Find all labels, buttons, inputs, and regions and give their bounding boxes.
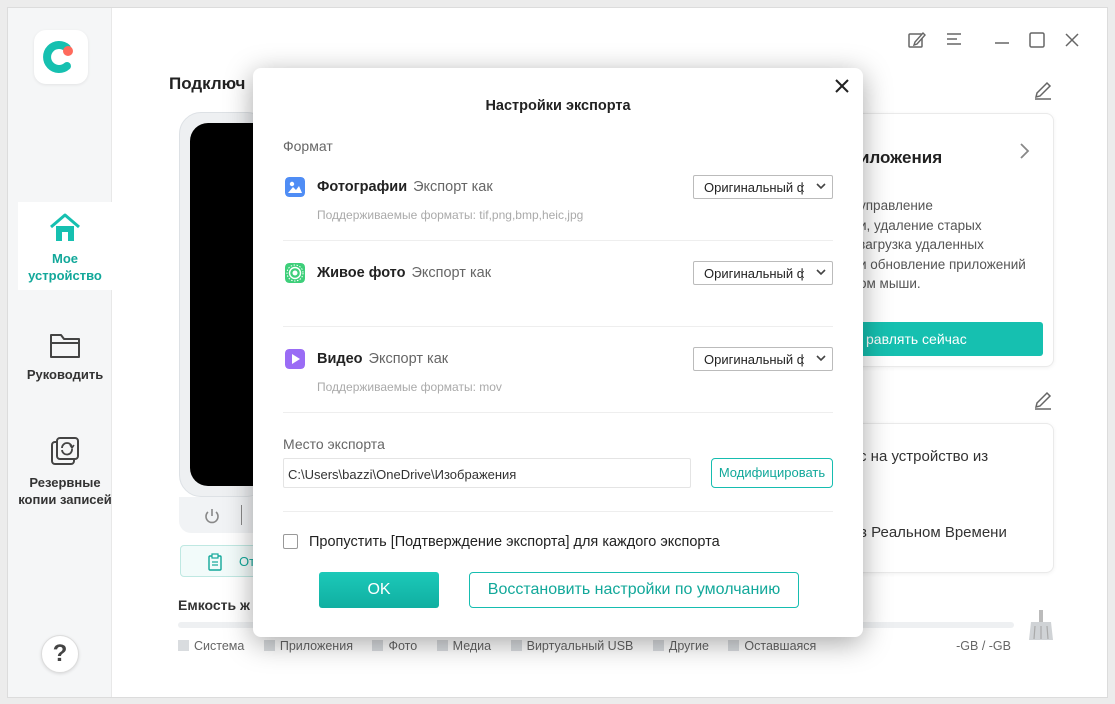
backup-icon <box>51 437 79 465</box>
photos-format-select[interactable]: Оригинальный ф <box>693 175 833 199</box>
minimize-icon[interactable] <box>992 30 1012 50</box>
power-icon[interactable] <box>203 507 221 525</box>
legend-label: Другие <box>668 639 709 653</box>
sidebar-item-label: Резервные <box>29 475 101 490</box>
home-icon <box>50 213 80 241</box>
legend-swatch <box>436 640 448 651</box>
folder-icon <box>50 334 80 358</box>
sidebar-item-label: Руководить <box>26 367 104 382</box>
close-window-icon[interactable] <box>1062 30 1082 50</box>
video-format-select[interactable]: Оригинальный ф <box>693 347 833 371</box>
manage-now-label: равлять сейчас <box>866 331 967 347</box>
live-photo-subtitle: Экспорт как <box>411 265 492 281</box>
legend-swatch <box>263 640 275 651</box>
dialog-title: Настройки экспорта <box>485 98 631 114</box>
skip-confirmation-label[interactable]: Пропустить [Подтверждение экспорта] для … <box>309 534 720 550</box>
legend-swatch <box>652 640 664 651</box>
video-icon <box>285 349 305 369</box>
video-supported-formats: Поддерживаемые форматы: mov <box>317 380 502 394</box>
live-photo-row-label: Живое фото Экспорт как <box>317 265 491 281</box>
restore-defaults-button[interactable]: Восстановить настройки по умолчанию <box>469 572 799 608</box>
legend-label: Система <box>194 639 245 653</box>
app-logo <box>34 30 88 84</box>
live-photo-icon <box>285 263 305 283</box>
edit-icon[interactable] <box>1033 390 1053 410</box>
export-path-value: C:\Users\bazzi\OneDrive\Изображения <box>288 467 517 482</box>
close-icon[interactable] <box>832 76 852 96</box>
logo-icon <box>43 41 73 73</box>
capacity-legend: Система Приложения Фото Медиа Виртуальны… <box>178 639 832 653</box>
chevron-down-icon <box>816 183 826 190</box>
legend-label: Оставшаяся <box>744 639 817 653</box>
sidebar-item-label: Мое <box>52 251 78 266</box>
photos-row-label: Фотографии Экспорт как <box>317 179 493 195</box>
legend-swatch <box>728 640 740 651</box>
sidebar-item-backup[interactable]: Резервные копии записей <box>18 436 112 508</box>
divider <box>283 326 833 327</box>
menu-icon[interactable] <box>944 30 964 50</box>
feedback-icon[interactable] <box>907 30 927 50</box>
legend-swatch <box>510 640 522 651</box>
legend-swatch <box>178 640 189 651</box>
page-title: Подключ <box>169 74 246 93</box>
divider <box>283 240 833 241</box>
export-settings-dialog: Настройки экспорта Формат Фотографии Эксп… <box>253 68 863 637</box>
sidebar-item-my-device[interactable]: Мое устройство <box>18 202 112 290</box>
legend-swatch <box>372 640 384 651</box>
chevron-down-icon <box>816 355 826 362</box>
divider <box>283 412 833 413</box>
legend-label: Медиа <box>452 639 492 653</box>
photos-title: Фотографии <box>317 179 408 195</box>
clipboard-icon <box>208 553 222 571</box>
sidebar-item-label: устройство <box>28 268 102 283</box>
ok-button[interactable]: OK <box>319 572 439 608</box>
legend-label: Фото <box>388 639 418 653</box>
apps-card-description: управление и, удаление старых загрузка у… <box>859 198 1026 291</box>
chevron-right-icon[interactable] <box>1017 142 1031 160</box>
skip-confirmation-checkbox[interactable] <box>283 534 298 549</box>
legend-label: Приложения <box>279 639 353 653</box>
maximize-icon[interactable] <box>1027 30 1047 50</box>
live-photo-title: Живое фото <box>317 265 406 281</box>
clean-icon[interactable] <box>1025 608 1057 642</box>
video-subtitle: Экспорт как <box>368 351 449 367</box>
select-value: Оригинальный ф <box>704 352 804 367</box>
select-value: Оригинальный ф <box>704 180 804 195</box>
video-title: Видео <box>317 351 363 367</box>
format-label: Формат <box>283 138 333 154</box>
edit-icon[interactable] <box>1033 80 1053 100</box>
sidebar-item-manage[interactable]: Руководить <box>18 330 112 383</box>
live-photo-format-select[interactable]: Оригинальный ф <box>693 261 833 285</box>
modify-path-button[interactable]: Модифицировать <box>711 458 833 488</box>
capacity-title: Емкость ж <box>178 597 250 613</box>
video-row-label: Видео Экспорт как <box>317 351 448 367</box>
legend-label: Виртуальный USB <box>526 639 634 653</box>
export-path-field[interactable]: C:\Users\bazzi\OneDrive\Изображения <box>283 458 691 488</box>
photo-icon <box>285 177 305 197</box>
help-button[interactable]: ? <box>41 635 79 673</box>
sidebar-item-label: копии записей <box>18 492 112 507</box>
export-location-label: Место экспорта <box>283 436 385 452</box>
photos-subtitle: Экспорт как <box>413 179 493 195</box>
divider <box>283 511 833 512</box>
apps-card-title: иложения <box>859 148 943 167</box>
transfer-card-line1: с на устройство из <box>859 448 989 465</box>
capacity-value: -GB / -GB <box>956 639 1011 653</box>
chevron-down-icon <box>816 269 826 276</box>
transfer-card-line2: в Реальном Времени <box>859 524 1007 541</box>
select-value: Оригинальный ф <box>704 266 804 281</box>
sidebar: Мое устройство Руководить Резервные копи… <box>8 8 112 697</box>
divider <box>241 505 242 525</box>
photos-supported-formats: Поддерживаемые форматы: tif,png,bmp,heic… <box>317 208 584 222</box>
